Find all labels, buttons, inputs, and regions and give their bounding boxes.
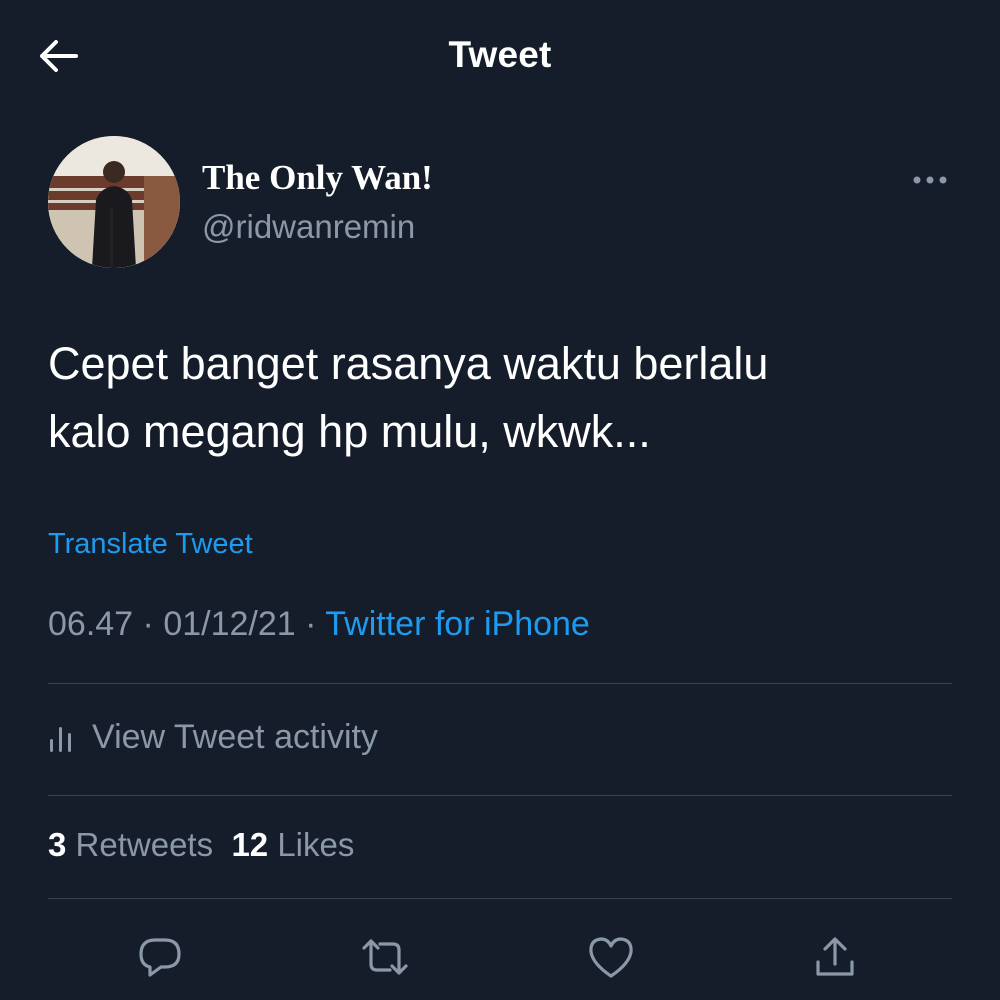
meta-separator: · — [295, 605, 326, 643]
divider — [48, 795, 952, 796]
tweet-client-link[interactable]: Twitter for iPhone — [325, 605, 590, 643]
avatar-photo — [48, 136, 180, 268]
meta-separator: · — [133, 605, 164, 643]
view-tweet-activity-button[interactable]: View Tweet activity — [48, 712, 378, 762]
divider — [48, 898, 952, 899]
tweet-text-line: kalo megang hp mulu, wkwk... — [48, 406, 651, 457]
tweet-time: 06.47 — [48, 605, 134, 643]
reply-icon — [139, 938, 181, 977]
more-options-button[interactable] — [902, 160, 958, 200]
retweets-stat[interactable]: 3 Retweets — [48, 826, 213, 863]
tweet-detail-screen: Tweet The Only Wan! @ridwanremin Cepet b… — [0, 0, 1000, 1000]
avatar[interactable] — [48, 136, 180, 268]
share-button[interactable] — [810, 932, 860, 982]
more-horizontal-icon — [913, 176, 947, 184]
tweet-text-line: Cepet banget rasanya waktu berlalu — [48, 338, 769, 389]
user-handle[interactable]: @ridwanremin — [202, 208, 415, 246]
likes-count: 12 — [231, 826, 269, 863]
display-name[interactable]: The Only Wan! — [202, 158, 433, 198]
likes-label: Likes — [277, 826, 355, 863]
heart-icon — [589, 937, 633, 978]
top-bar: Tweet — [0, 0, 1000, 110]
likes-stat[interactable]: 12 Likes — [231, 826, 354, 863]
retweet-icon — [362, 939, 408, 975]
activity-label: View Tweet activity — [92, 717, 378, 756]
bar-chart-icon — [50, 727, 71, 752]
share-icon — [816, 937, 854, 976]
engagement-stats: 3 Retweets 12 Likes — [48, 826, 354, 864]
tweet-date: 01/12/21 — [163, 605, 296, 643]
divider — [48, 683, 952, 684]
page-title: Tweet — [448, 34, 552, 75]
retweets-count: 3 — [48, 826, 67, 863]
tweet-text: Cepet banget rasanya waktu berlalu kalo … — [48, 330, 948, 466]
tweet-meta: 06.47 · 01/12/21 · Twitter for iPhone — [48, 605, 590, 644]
reply-button[interactable] — [135, 932, 185, 982]
retweets-label: Retweets — [75, 826, 214, 863]
like-button[interactable] — [586, 932, 636, 982]
retweet-button[interactable] — [360, 932, 410, 982]
translate-tweet-link[interactable]: Translate Tweet — [48, 528, 253, 561]
